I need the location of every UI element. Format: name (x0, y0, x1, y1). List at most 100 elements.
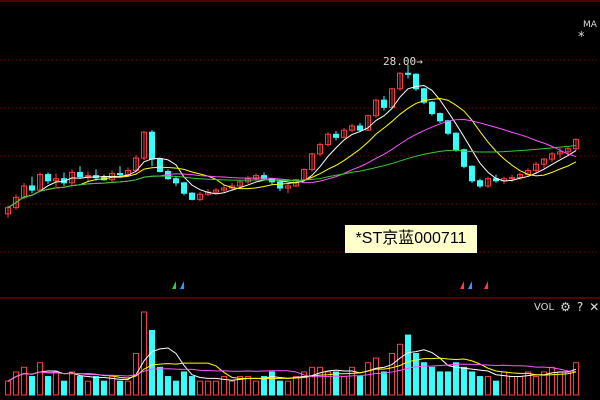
volume-bar (461, 366, 467, 396)
candlestick-series (5, 65, 579, 218)
volume-bar (53, 371, 59, 396)
volume-bar (21, 366, 27, 396)
candle-body (77, 172, 83, 178)
candle-body (445, 120, 451, 134)
volume-bar (157, 366, 163, 396)
volume-bar (533, 376, 539, 396)
stock-name-tag[interactable]: *ST京蓝000711 (345, 225, 477, 253)
volume-bar (253, 380, 259, 396)
volume-bar (477, 376, 483, 396)
ma-star-icon: * (578, 30, 585, 45)
moving-average-lines (7, 84, 577, 209)
volume-bar (173, 380, 179, 396)
volume-bar (389, 353, 395, 396)
volume-bar (469, 371, 475, 396)
ma5-line (7, 84, 577, 209)
candle-body (157, 158, 163, 172)
volume-bar (285, 380, 291, 396)
volume-bar (421, 362, 427, 396)
peak-price-label: 28.00→ (383, 55, 423, 68)
candle-body (277, 181, 283, 189)
kline-chart[interactable] (0, 0, 600, 400)
volume-bar (333, 371, 339, 396)
arrow-right-icon: → (416, 55, 423, 68)
volume-bar (437, 371, 443, 396)
ma20-line (7, 119, 577, 209)
volume-bar (381, 371, 387, 396)
volume-bar (493, 380, 499, 396)
signal-flag-icon (180, 281, 184, 289)
signal-flag-icon (460, 281, 464, 289)
signal-flag-icon (484, 281, 488, 289)
volume-bar (61, 380, 67, 396)
volume-bar (117, 380, 123, 396)
candle-body (405, 72, 411, 75)
ma10-line (7, 97, 577, 209)
candle-body (173, 178, 179, 184)
volume-bar (365, 362, 371, 396)
volume-bar (317, 366, 323, 396)
volume-label: VOL (534, 301, 555, 313)
volume-bar (549, 366, 555, 396)
volume-bar (149, 329, 155, 396)
candle-body (437, 113, 443, 122)
volume-bar (29, 376, 35, 396)
volume-bar (165, 376, 171, 396)
volume-bar (429, 366, 435, 396)
candle-body (429, 101, 435, 115)
question-icon[interactable]: ? (577, 300, 583, 314)
volume-bar (125, 380, 131, 396)
volume-bar (109, 376, 115, 396)
volume-bar (45, 376, 51, 396)
gear-icon[interactable]: ⚙ (560, 300, 571, 314)
volume-bar (373, 357, 379, 396)
volume-panel (5, 311, 579, 396)
volume-bar (325, 371, 331, 396)
volume-bar (93, 376, 99, 396)
volume-bar (309, 366, 315, 396)
candle-body (117, 173, 123, 176)
volume-bar (85, 380, 91, 396)
volume-bar (565, 371, 571, 396)
candle-body (477, 180, 483, 187)
volume-bar (357, 376, 363, 396)
volume-bar (557, 371, 563, 396)
volume-bar (141, 311, 147, 396)
signal-flag-icon (172, 281, 176, 289)
volume-bar (269, 371, 275, 396)
volume-bar (181, 371, 187, 396)
volume-bar (37, 362, 43, 396)
ma-indicator-label: MA (583, 20, 597, 30)
candle-body (189, 192, 195, 200)
volume-bar (229, 380, 235, 396)
volume-bar (293, 376, 299, 396)
volume-bar (517, 376, 523, 396)
candle-body (181, 182, 187, 194)
candle-body (45, 174, 51, 182)
candle-body (149, 131, 155, 160)
candle-body (29, 185, 35, 191)
peak-price-value: 28.00 (383, 55, 417, 68)
volume-bar (485, 376, 491, 396)
candle-body (453, 132, 459, 151)
volume-bar (69, 371, 75, 396)
volume-toolbar: VOL ⚙ ? ✕ (534, 300, 599, 314)
volume-bar (341, 376, 347, 396)
volume-bar (245, 376, 251, 396)
chart-grid (0, 0, 600, 299)
signal-flag-icon (468, 281, 472, 289)
volume-bar (509, 376, 515, 396)
candle-body (333, 133, 339, 138)
volume-bar (101, 380, 107, 396)
volume-bar (205, 380, 211, 396)
volume-bar (445, 371, 451, 396)
volume-bar (405, 334, 411, 396)
close-icon[interactable]: ✕ (589, 300, 599, 314)
volume-bar (213, 380, 219, 396)
volume-bar (573, 362, 579, 396)
candle-body (469, 165, 475, 182)
candle-body (381, 99, 387, 108)
candle-body (461, 149, 467, 167)
volume-bar (197, 380, 203, 396)
volume-bar (189, 376, 195, 396)
